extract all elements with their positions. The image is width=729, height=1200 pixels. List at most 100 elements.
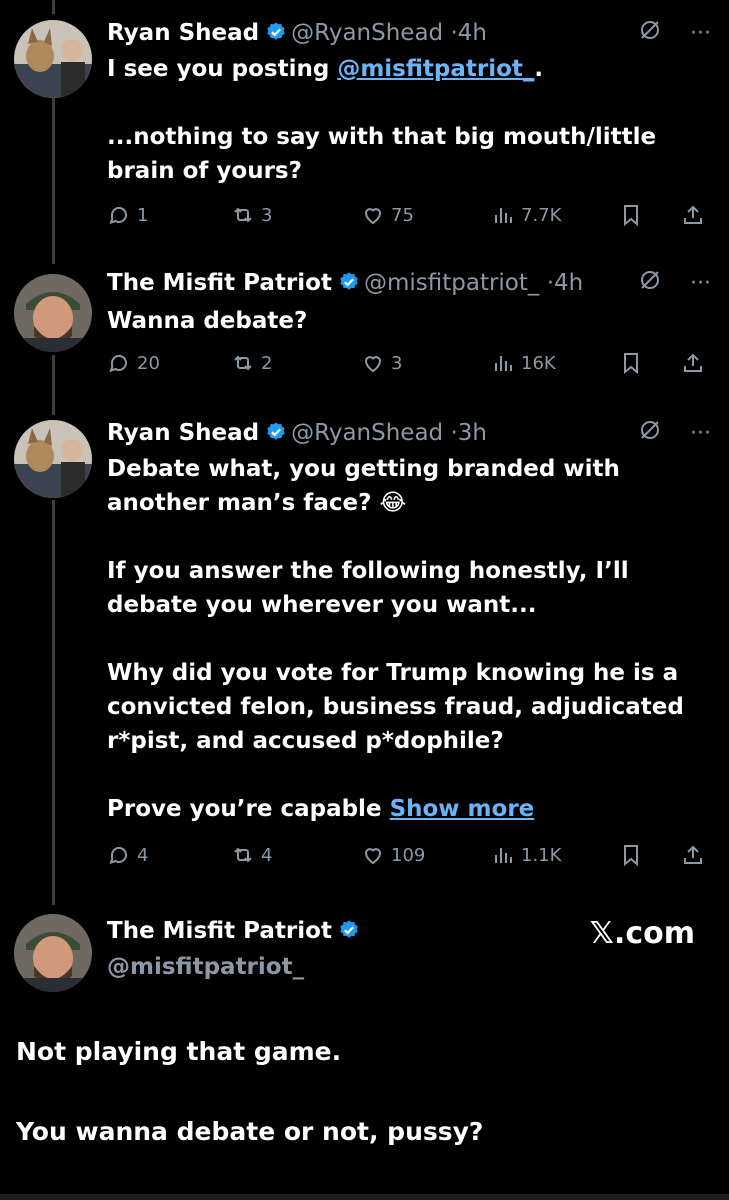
tweet-paragraph: Why did you vote for Trump knowing he is… — [107, 660, 684, 754]
tweet-paragraph: I see you posting @misfitpatriot_. — [107, 52, 707, 86]
like-count: 109 — [391, 844, 426, 866]
tweet-actions: 1 3 75 7.7K — [107, 200, 711, 230]
separator-dot: · — [546, 270, 555, 296]
tweet-header: Ryan Shead @RyanShead ·4h — [107, 18, 487, 48]
tweet-paragraph: Debate what, you getting branded with an… — [107, 456, 620, 516]
tweet-paragraph: Wanna debate? — [107, 308, 308, 334]
view-count: 16K — [521, 352, 556, 374]
grok-icon[interactable] — [638, 418, 662, 448]
handle[interactable]: @misfitpatriot_ — [364, 270, 539, 296]
tweet-paragraph: If you answer the following honestly, I’… — [107, 558, 629, 618]
repost-icon — [234, 207, 252, 223]
handle[interactable]: @RyanShead — [291, 20, 443, 46]
reply-icon — [109, 846, 127, 865]
share-icon — [684, 353, 702, 372]
repost-icon — [234, 355, 252, 371]
bookmark-button[interactable] — [619, 840, 643, 870]
repost-button[interactable]: 2 — [231, 348, 272, 378]
avatar[interactable] — [14, 420, 92, 498]
more-icon[interactable]: ··· — [690, 21, 711, 46]
tweet-paragraph: Prove you’re capable Show more — [107, 792, 707, 826]
views-icon — [495, 848, 512, 863]
reply-button[interactable]: 1 — [107, 200, 148, 230]
tweet[interactable]: The Misfit Patriot @misfitpatriot_ ·4h ··… — [0, 268, 729, 388]
like-count: 75 — [391, 204, 414, 226]
tweet-top-icons: ··· — [638, 418, 711, 448]
handle[interactable]: @misfitpatriot_ — [107, 954, 304, 980]
avatar[interactable] — [14, 274, 92, 352]
timestamp[interactable]: 4h — [554, 270, 583, 296]
grok-icon[interactable] — [638, 18, 662, 48]
repost-button[interactable]: 4 — [231, 840, 272, 870]
tweet-actions: 20 2 3 16K — [107, 348, 711, 378]
tweet-text-line: You wanna debate or not, pussy? — [16, 1117, 484, 1146]
grok-icon[interactable] — [638, 268, 662, 298]
tweet-actions: 4 4 109 1.1K — [107, 840, 711, 870]
more-icon[interactable]: ··· — [690, 271, 711, 296]
tweet[interactable]: Ryan Shead @RyanShead ·3h ··· Debate what… — [0, 418, 729, 878]
repost-count: 2 — [261, 352, 273, 374]
views-button[interactable]: 1.1K — [491, 840, 561, 870]
verified-badge-icon — [265, 421, 287, 443]
view-count: 7.7K — [521, 204, 562, 226]
tweet-text: Debate what, you getting branded with an… — [107, 452, 707, 826]
timestamp[interactable]: 4h — [458, 20, 487, 46]
show-more-link[interactable]: Show more — [390, 796, 535, 822]
verified-badge-icon — [265, 21, 287, 43]
more-icon[interactable]: ··· — [690, 421, 711, 446]
verified-badge-icon — [338, 271, 360, 293]
reply-count: 1 — [137, 204, 149, 226]
bookmark-icon — [624, 205, 638, 227]
share-button[interactable] — [681, 348, 705, 378]
bookmark-icon — [624, 845, 638, 867]
share-button[interactable] — [681, 840, 705, 870]
separator-dot: · — [450, 420, 458, 446]
tweet-header: Ryan Shead @RyanShead ·3h — [107, 418, 487, 448]
display-name[interactable]: The Misfit Patriot — [107, 918, 332, 944]
handle[interactable]: @RyanShead — [291, 420, 443, 446]
avatar[interactable] — [14, 20, 92, 98]
tweet-text-line: Not playing that game. — [16, 1037, 342, 1066]
like-icon — [364, 356, 382, 373]
reply-button[interactable]: 4 — [107, 840, 148, 870]
text: Prove you’re capable — [107, 796, 390, 822]
views-button[interactable]: 16K — [491, 348, 556, 378]
tweet-top-icons: ··· — [638, 268, 711, 298]
like-count: 3 — [391, 352, 403, 374]
view-count: 1.1K — [521, 844, 562, 866]
tweet-paragraph: ...nothing to say with that big mouth/li… — [107, 124, 657, 184]
views-button[interactable]: 7.7K — [491, 200, 561, 230]
like-button[interactable]: 3 — [361, 348, 402, 378]
views-icon — [495, 356, 512, 371]
display-name[interactable]: Ryan Shead — [107, 420, 259, 446]
x-brand-logo: 𝕏.com — [589, 916, 695, 951]
reply-button[interactable]: 20 — [107, 348, 160, 378]
reply-icon — [109, 206, 127, 225]
separator-dot: · — [450, 20, 458, 46]
share-icon — [684, 845, 702, 864]
share-icon — [684, 205, 702, 224]
tweet-text: Wanna debate? — [107, 304, 707, 338]
display-name[interactable]: The Misfit Patriot — [107, 270, 332, 296]
repost-count: 3 — [261, 204, 273, 226]
like-button[interactable]: 109 — [361, 840, 425, 870]
share-button[interactable] — [681, 200, 705, 230]
repost-icon — [234, 847, 252, 863]
mention-link[interactable]: @misfitpatriot_ — [337, 56, 534, 82]
text: . — [534, 56, 544, 82]
display-name-row: The Misfit Patriot — [107, 918, 364, 944]
views-icon — [495, 208, 512, 223]
timestamp[interactable]: 3h — [458, 420, 487, 446]
bookmark-icon — [624, 353, 638, 375]
repost-button[interactable]: 3 — [231, 200, 272, 230]
display-name[interactable]: Ryan Shead — [107, 20, 259, 46]
like-icon — [364, 848, 382, 865]
avatar[interactable] — [14, 914, 92, 992]
like-button[interactable]: 75 — [361, 200, 414, 230]
bookmark-button[interactable] — [619, 348, 643, 378]
bookmark-button[interactable] — [619, 200, 643, 230]
tweet[interactable]: Ryan Shead @RyanShead ·4h ··· I see you p… — [0, 18, 729, 248]
main-tweet[interactable]: The Misfit Patriot @misfitpatriot_ 𝕏.com… — [0, 912, 729, 1200]
tweet-header: The Misfit Patriot @misfitpatriot_ ·4h — [107, 268, 583, 298]
verified-badge-icon — [338, 919, 360, 941]
